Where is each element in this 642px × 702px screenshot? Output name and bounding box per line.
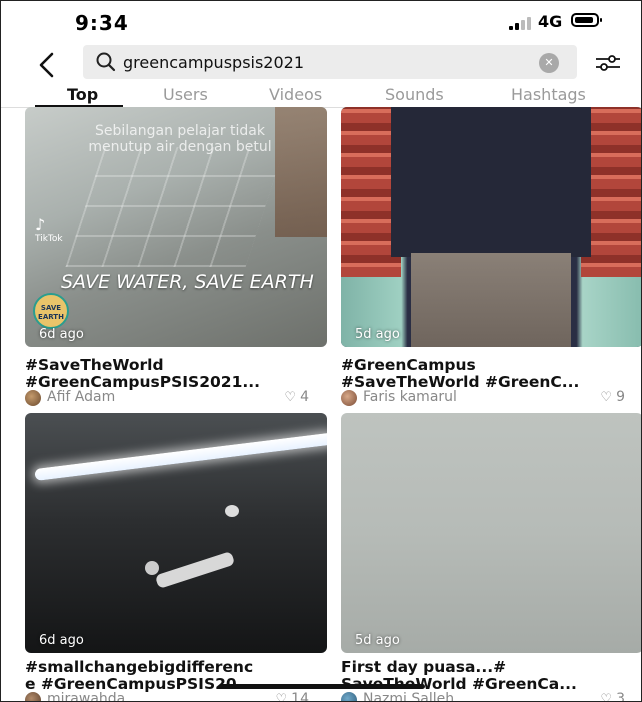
- network-type: 4G: [538, 12, 563, 31]
- tiktok-logo-icon: ♪: [35, 215, 46, 234]
- tile-floor-pattern: [65, 147, 285, 267]
- author-name[interactable]: Nazmi Salleh: [363, 691, 454, 701]
- video-caption[interactable]: #GreenCampus #SaveTheWorld #GreenC...: [341, 357, 641, 391]
- author-name[interactable]: mirawahda: [47, 691, 125, 701]
- author-name[interactable]: Faris kamarul: [363, 389, 457, 405]
- avatar[interactable]: [341, 692, 357, 701]
- video-age: 5d ago: [355, 327, 400, 342]
- author-name[interactable]: Afif Adam: [47, 389, 115, 405]
- filter-settings-icon[interactable]: [595, 51, 621, 75]
- video-age: 6d ago: [39, 633, 84, 648]
- video-headline: SAVE WATER, SAVE EARTH: [61, 271, 314, 293]
- video-age: 6d ago: [39, 327, 84, 342]
- back-arrow-icon[interactable]: [35, 49, 59, 81]
- tab-sounds[interactable]: Sounds: [385, 85, 444, 104]
- ceiling-fan-blade: [154, 550, 236, 590]
- like-count: ♡ 9: [600, 389, 625, 405]
- home-indicator[interactable]: [219, 684, 425, 689]
- tab-top[interactable]: Top: [67, 85, 98, 104]
- status-time: 9:34: [75, 11, 129, 35]
- clear-search-icon[interactable]: ✕: [539, 53, 559, 73]
- video-meta: Faris kamarul ♡ 9: [341, 389, 631, 407]
- ceiling-fan-hub: [145, 561, 159, 575]
- avatar[interactable]: [25, 692, 41, 701]
- heart-icon: ♡: [600, 390, 613, 405]
- video-card[interactable]: Sebilangan pelajar tidak menutup air den…: [25, 107, 327, 406]
- video-card[interactable]: 5d ago #GreenCampus #SaveTheWorld #Green…: [341, 107, 641, 406]
- avatar[interactable]: [341, 390, 357, 406]
- trousers: [411, 253, 571, 347]
- video-overlay-text: Sebilangan pelajar tidak menutup air den…: [88, 123, 272, 155]
- video-thumbnail[interactable]: 5d ago: [341, 107, 641, 347]
- like-count: ♡ 14: [275, 691, 309, 702]
- video-card[interactable]: 5d ago First day puasa...# SaveTheWorld …: [341, 413, 641, 702]
- status-bar: 9:34 4G: [1, 1, 641, 45]
- search-icon: [96, 52, 116, 72]
- result-tabs: Top Users Videos Sounds Hashtags: [1, 85, 641, 107]
- video-age: 5d ago: [355, 633, 400, 648]
- video-meta: Nazmi Salleh ♡ 3: [341, 691, 631, 702]
- sweater-body: [391, 107, 591, 257]
- ceiling-light-tube: [34, 432, 327, 481]
- like-count: ♡ 4: [284, 389, 309, 405]
- avatar[interactable]: [25, 390, 41, 406]
- video-meta: Afif Adam ♡ 4: [25, 389, 315, 407]
- search-bar[interactable]: ✕: [83, 45, 577, 79]
- app-frame: 9:34 4G ✕ Top U: [0, 0, 642, 702]
- tiktok-watermark: ♪ TikTok: [35, 215, 63, 244]
- video-card[interactable]: 6d ago #smallchangebigdifferenc e #Green…: [25, 413, 327, 702]
- heart-icon: ♡: [600, 692, 613, 702]
- tab-users[interactable]: Users: [163, 85, 208, 104]
- video-thumbnail[interactable]: 5d ago: [341, 413, 641, 653]
- battery-icon: [571, 13, 602, 27]
- signal-icon: [509, 16, 535, 30]
- heart-icon: ♡: [275, 692, 288, 702]
- like-count: ♡ 3: [600, 691, 625, 702]
- search-header: ✕: [1, 45, 641, 85]
- tab-videos[interactable]: Videos: [269, 85, 322, 104]
- video-thumbnail[interactable]: Sebilangan pelajar tidak menutup air den…: [25, 107, 327, 347]
- video-caption[interactable]: #SaveTheWorld #GreenCampusPSIS2021...: [25, 357, 327, 391]
- tab-hashtags[interactable]: Hashtags: [511, 85, 586, 104]
- smoke-detector: [225, 505, 239, 517]
- video-thumbnail[interactable]: 6d ago: [25, 413, 327, 653]
- video-meta: mirawahda ♡ 14: [25, 691, 315, 702]
- save-earth-badge: SAVE EARTH: [33, 293, 69, 329]
- heart-icon: ♡: [284, 390, 297, 405]
- search-input[interactable]: [123, 48, 523, 76]
